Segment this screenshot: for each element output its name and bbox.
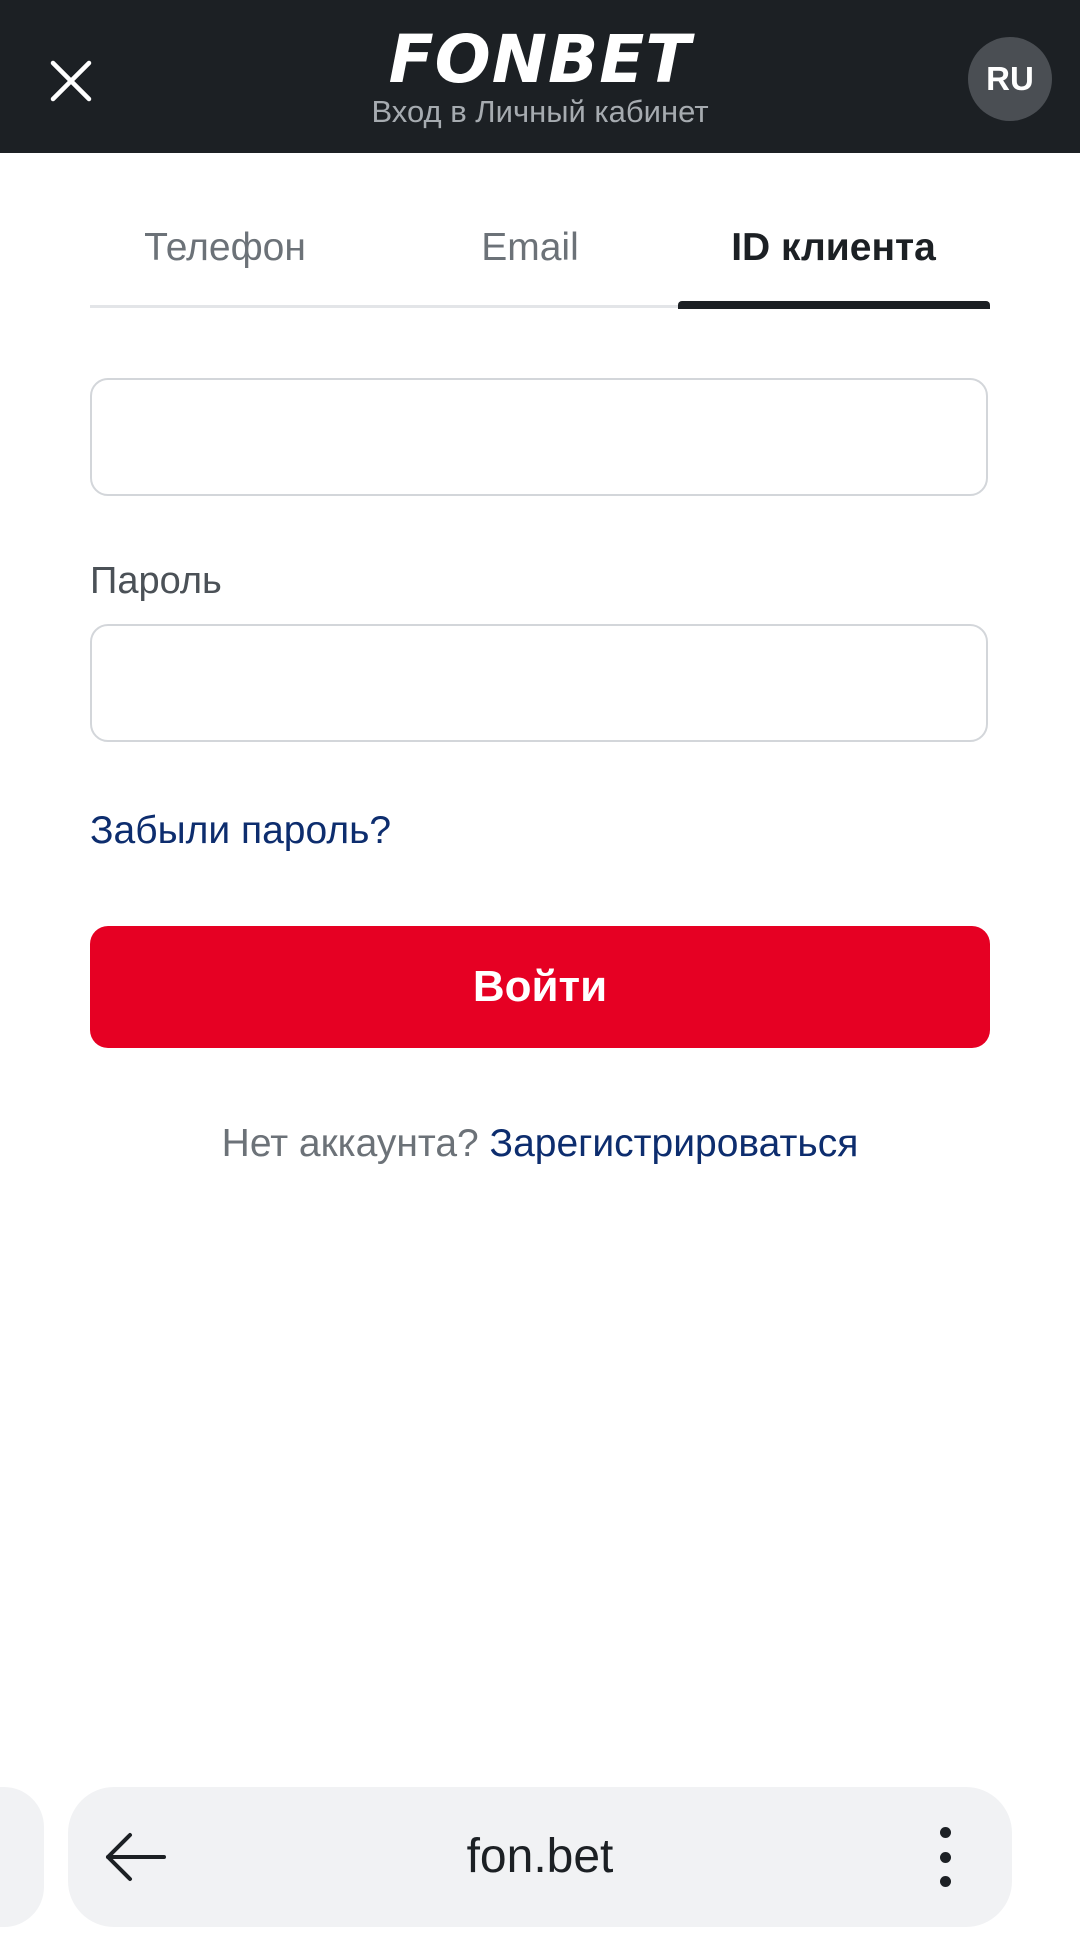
register-link[interactable]: Зарегистрироваться — [490, 1122, 859, 1165]
register-row: Нет аккаунта? Зарегистрироваться — [0, 1116, 1080, 1172]
tab-phone[interactable]: Телефон — [90, 220, 360, 276]
brand-logo: FONBET — [388, 21, 692, 98]
language-button[interactable]: RU — [968, 37, 1052, 121]
password-label: Пароль — [90, 560, 222, 602]
login-method-tabs: Телефон Email ID клиента — [90, 200, 990, 310]
more-vertical-icon — [939, 1827, 951, 1838]
password-input[interactable] — [90, 624, 988, 742]
active-tab-indicator — [678, 301, 990, 309]
no-account-text: Нет аккаунта? — [221, 1122, 479, 1165]
browser-address-bar: fon.bet — [68, 1787, 1012, 1927]
url-text[interactable]: fon.bet — [68, 1827, 1012, 1887]
browser-menu-button[interactable] — [920, 1819, 970, 1895]
header-subtitle: Вход в Личный кабинет — [371, 94, 709, 129]
forgot-password-link[interactable]: Забыли пароль? — [90, 803, 391, 859]
browser-tab-preview[interactable] — [0, 1787, 44, 1927]
login-button[interactable]: Войти — [90, 926, 990, 1048]
tab-client-id[interactable]: ID клиента — [677, 220, 990, 276]
tab-email[interactable]: Email — [395, 220, 665, 276]
client-id-input[interactable] — [90, 378, 988, 496]
app-header: FONBET Вход в Личный кабинет RU — [0, 0, 1080, 153]
